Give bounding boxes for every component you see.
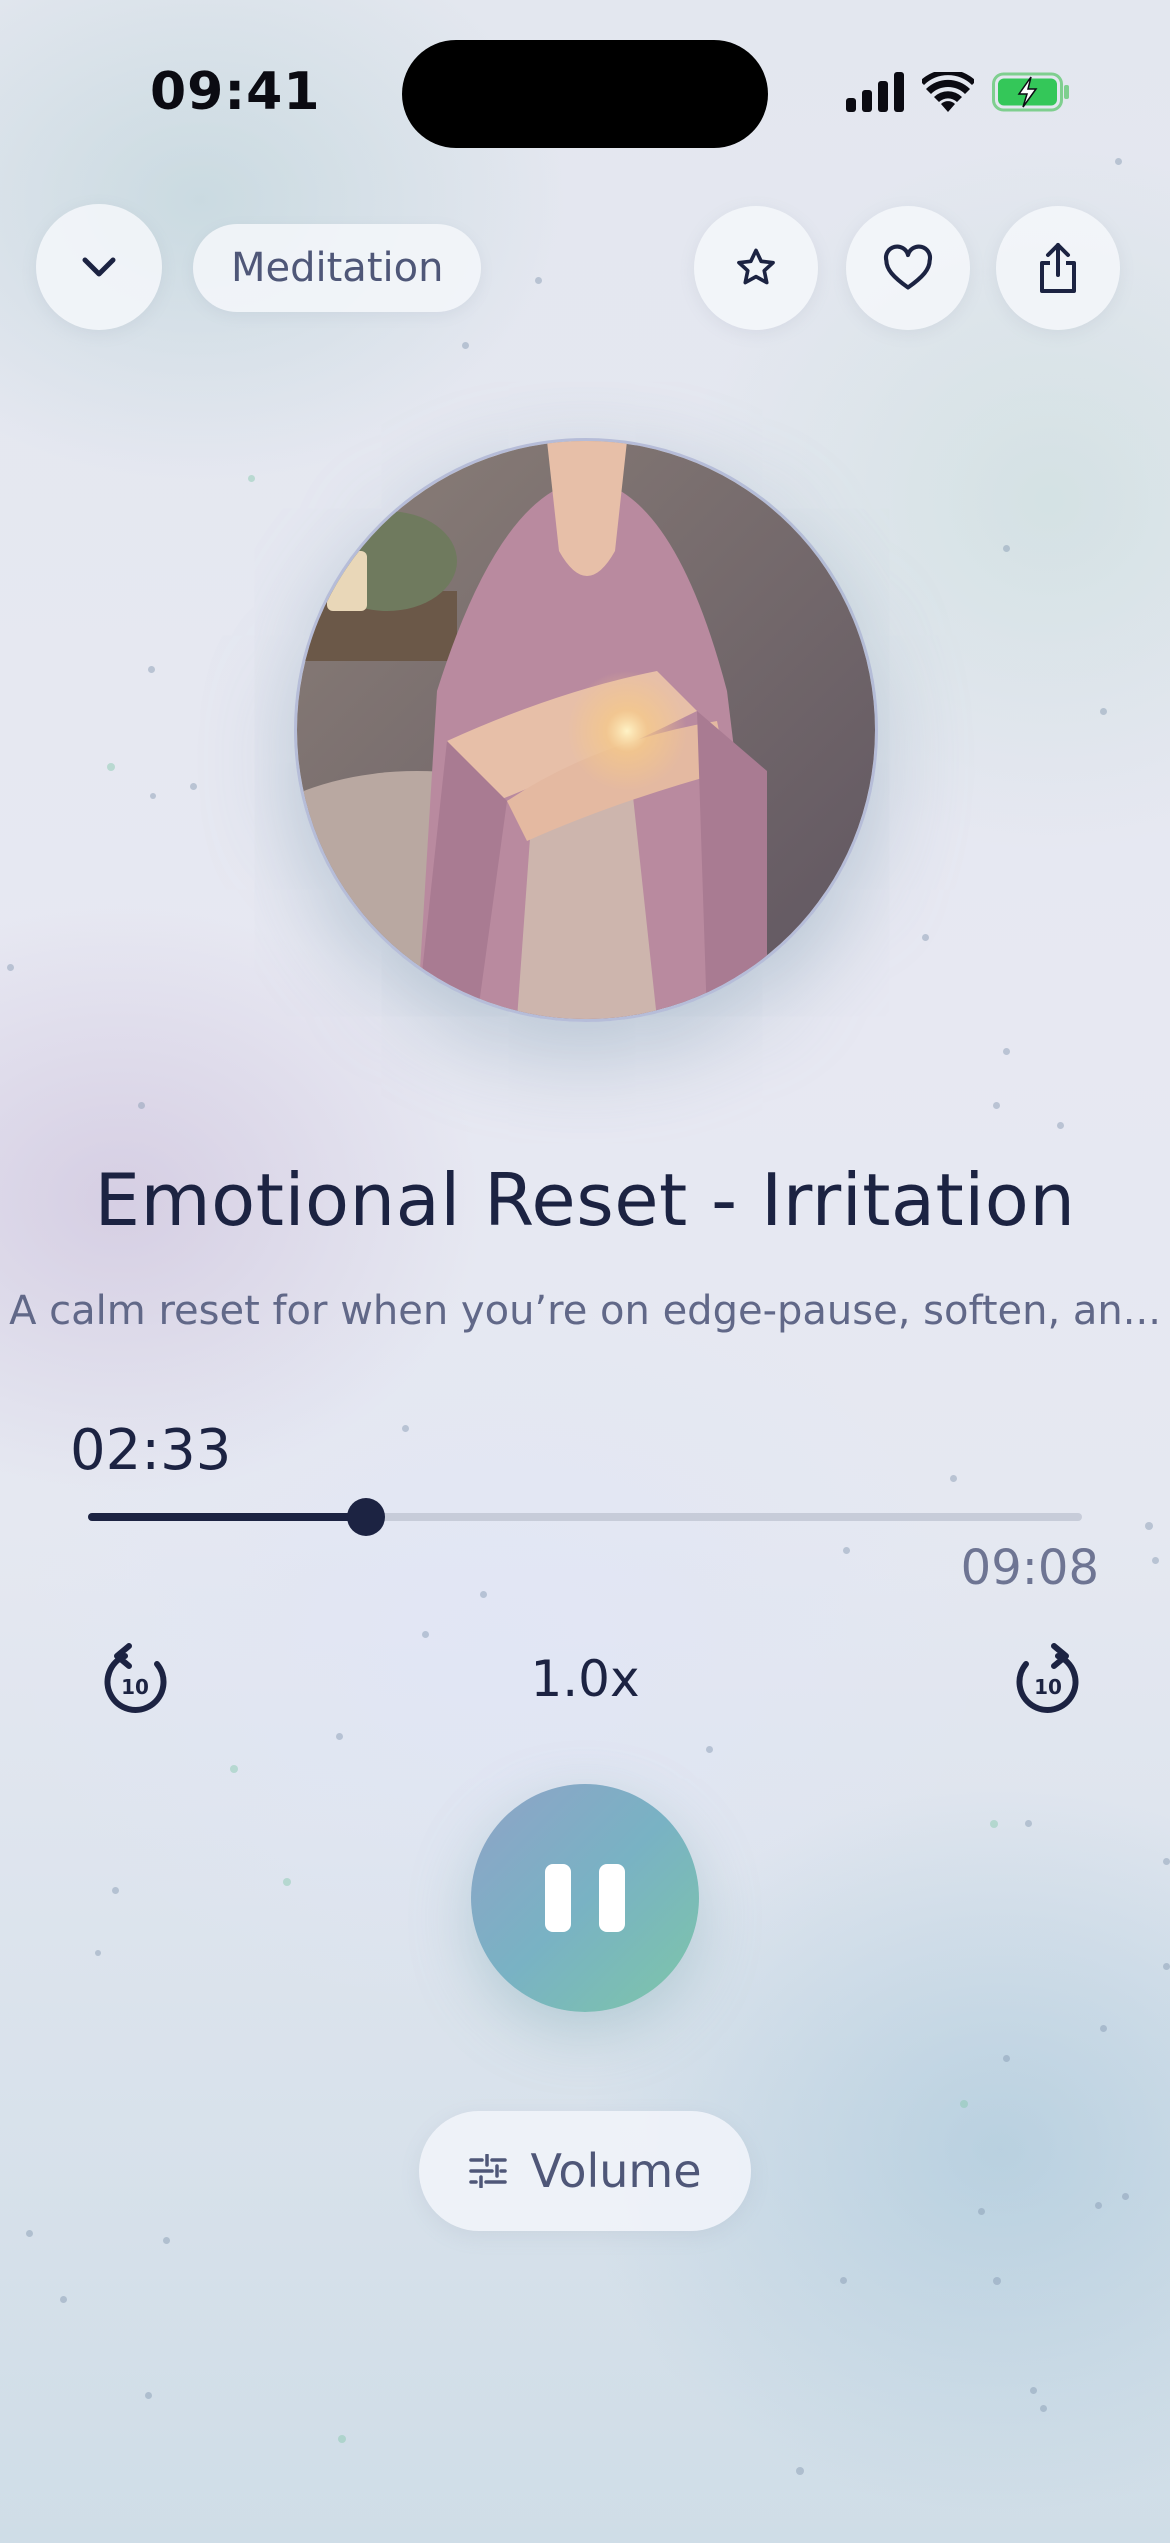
sliders-icon bbox=[469, 2154, 508, 2188]
artwork-illustration bbox=[297, 441, 875, 1019]
status-time: 09:41 bbox=[150, 62, 321, 122]
pause-button[interactable] bbox=[471, 1784, 699, 2012]
status-icons bbox=[846, 70, 1070, 114]
forward-10-icon: 10 bbox=[1016, 1643, 1079, 1713]
pause-icon-bar-right bbox=[599, 1864, 625, 1932]
cover-artwork bbox=[294, 438, 878, 1022]
category-chip[interactable]: Meditation bbox=[193, 224, 482, 312]
share-button[interactable] bbox=[996, 206, 1120, 330]
speed-label: 1.0x bbox=[530, 1650, 640, 1708]
battery-charging-icon bbox=[992, 72, 1069, 112]
like-button[interactable] bbox=[846, 206, 970, 330]
star-icon bbox=[737, 248, 775, 285]
elapsed-time: 02:33 bbox=[70, 1418, 232, 1483]
volume-label: Volume bbox=[530, 2144, 702, 2198]
category-label: Meditation bbox=[231, 245, 444, 291]
track-description[interactable]: A calm reset for when you’re on edge-pau… bbox=[0, 1288, 1170, 1334]
chevron-down-icon bbox=[82, 257, 116, 277]
progress-fill bbox=[88, 1513, 367, 1521]
progress-slider[interactable] bbox=[88, 1498, 1082, 1536]
heart-icon bbox=[883, 244, 933, 290]
volume-button[interactable]: Volume bbox=[419, 2111, 751, 2231]
wifi-icon bbox=[922, 72, 974, 112]
collapse-button[interactable] bbox=[36, 204, 162, 330]
share-icon bbox=[1040, 243, 1076, 293]
pause-icon-bar-left bbox=[545, 1864, 571, 1932]
playback-speed[interactable]: 1.0x bbox=[0, 1650, 1170, 1708]
cellular-signal-icon bbox=[846, 72, 904, 112]
progress-thumb[interactable] bbox=[347, 1498, 386, 1536]
track-title: Emotional Reset - Irritation bbox=[94, 1158, 1076, 1242]
forward-10-button[interactable]: 10 bbox=[1008, 1642, 1088, 1722]
forward-seconds: 10 bbox=[1034, 1675, 1062, 1699]
favorite-star-button[interactable] bbox=[694, 206, 818, 330]
dynamic-island bbox=[402, 40, 768, 148]
total-duration: 09:08 bbox=[960, 1540, 1099, 1596]
